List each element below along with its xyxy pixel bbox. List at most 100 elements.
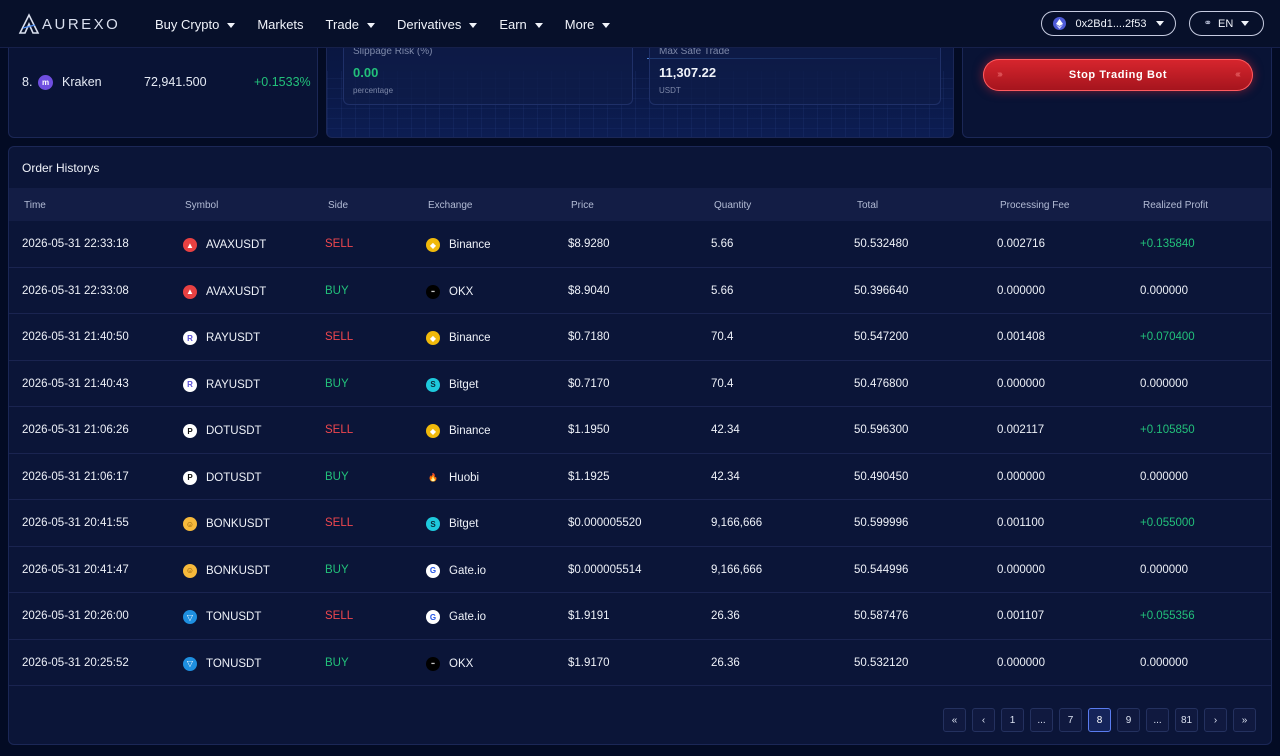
prev-page-button[interactable]: ‹	[972, 708, 995, 732]
nav-item-trade[interactable]: Trade	[325, 16, 376, 32]
binance-exchange-icon: ◆	[426, 424, 440, 438]
cell-processing-fee: 0.000000	[997, 471, 1045, 483]
last-page-button[interactable]: »	[1233, 708, 1256, 732]
cell-quantity: 70.4	[711, 331, 733, 343]
fee-text: 0.000000	[997, 656, 1045, 669]
fee-text: 0.001100	[997, 517, 1045, 529]
avax-coin-icon: ▲	[183, 284, 197, 299]
profit-text: 0.000000	[1140, 563, 1188, 576]
ray-coin-icon: R	[183, 377, 197, 392]
time-text: 2026-05-31 22:33:08	[22, 284, 129, 297]
nav-item-buy-crypto[interactable]: Buy Crypto	[155, 17, 236, 32]
total-text: 50.476800	[854, 377, 909, 390]
chevron-down-icon	[367, 22, 376, 28]
page-button-9[interactable]: 9	[1117, 708, 1140, 732]
cell-quantity: 42.34	[711, 424, 740, 436]
cell-side: SELL	[325, 517, 353, 529]
table-row[interactable]: 2026-05-31 21:40:43 R RAYUSDT BUY S Bitget $0.…	[9, 361, 1271, 407]
cell-side: BUY	[325, 378, 349, 390]
chevron-down-icon	[227, 22, 236, 28]
quantity-text: 70.4	[711, 331, 734, 343]
cell-quantity: 26.36	[711, 610, 740, 622]
chevron-down-icon	[1241, 21, 1250, 26]
profit-text: +0.055356	[1140, 610, 1195, 622]
cell-price: $1.1925	[568, 471, 610, 483]
page-button-8[interactable]: 8	[1088, 708, 1111, 732]
nav-item-derivatives[interactable]: Derivatives	[397, 17, 478, 32]
cell-processing-fee: 0.002716	[997, 238, 1045, 250]
side-text: BUY	[325, 470, 349, 483]
quantity-text: 9,166,666	[711, 563, 763, 576]
main-nav: Buy Crypto Markets Trade Derivatives Earn Mor…	[155, 0, 632, 48]
cell-exchange: S Bitget	[426, 377, 478, 392]
cell-processing-fee: 0.000000	[997, 285, 1045, 297]
cell-total: 50.596300	[854, 424, 908, 436]
exchange-text: Gate.io	[449, 564, 487, 577]
pagination: «‹ 1... 7 8 9... 81 ›»	[943, 708, 1262, 732]
table-row[interactable]: 2026-05-31 22:33:08 ▲ AVAXUSDT BUY ▪▪ OKX $8.9…	[9, 268, 1271, 314]
nav-item-more[interactable]: More	[565, 17, 611, 32]
language-button[interactable]: ⚭ EN	[1189, 11, 1264, 36]
table-row[interactable]: 2026-05-31 20:26:00 ▽ TONUSDT SELL G Gate.io $…	[9, 593, 1271, 640]
cell-total: 50.547200	[854, 331, 908, 343]
cell-quantity: 5.66	[711, 238, 733, 250]
slippage-risk-unit: percentage	[353, 86, 394, 95]
time-text: 2026-05-31 21:06:17	[22, 470, 129, 483]
cell-price: $1.1950	[568, 424, 610, 436]
max-safe-trade-card: Max Safe Trade 11,307.22 USDT	[649, 41, 941, 105]
page-button-7[interactable]: 7	[1059, 708, 1082, 732]
table-row[interactable]: 2026-05-31 21:40:50 R RAYUSDT SELL ◆ Binance $…	[9, 314, 1271, 361]
cell-realized-profit: +0.070400	[1140, 331, 1195, 343]
page-button-81[interactable]: 81	[1175, 708, 1198, 732]
cell-exchange: G Gate.io	[426, 610, 486, 624]
table-row[interactable]: 2026-05-31 21:06:26 P DOTUSDT SELL ◆ Binance $…	[9, 407, 1271, 454]
page-button-1[interactable]: 1	[1001, 708, 1024, 732]
quantity-text: 9,166,666	[711, 517, 763, 529]
table-row[interactable]: 2026-05-31 21:06:17 P DOTUSDT BUY 🔥 Huobi $1.1…	[9, 454, 1271, 500]
symbol-text: BONKUSDT	[206, 564, 270, 577]
price-text: $0.000005514	[568, 563, 642, 576]
exchange-name: Kraken	[62, 75, 102, 89]
wallet-button[interactable]: 0x2Bd1....2f53	[1041, 11, 1176, 36]
gate-exchange-icon: G	[426, 563, 440, 578]
fee-text: 0.000000	[997, 563, 1045, 576]
next-page-button[interactable]: ›	[1204, 708, 1227, 732]
dot-coin-icon: P	[183, 424, 197, 438]
profit-text: +0.135840	[1140, 238, 1195, 250]
nav-item-earn[interactable]: Earn	[499, 17, 543, 32]
table-row[interactable]: 2026-05-31 20:41:55 ☺ BONKUSDT SELL S Bitget $…	[9, 500, 1271, 547]
gate-exchange-icon: G	[426, 610, 440, 624]
cell-side: BUY	[325, 285, 349, 297]
fee-text: 0.002117	[997, 424, 1045, 436]
slippage-risk-card: Slippage Risk (%) 0.00 percentage	[343, 41, 633, 105]
total-text: 50.599996	[854, 517, 909, 529]
brand-logo[interactable]: AUREXO	[18, 13, 120, 35]
nav-item-markets[interactable]: Markets	[257, 17, 303, 32]
cell-symbol: ▽ TONUSDT	[183, 610, 261, 624]
fee-text: 0.001408	[997, 331, 1045, 343]
chevron-down-icon	[534, 22, 543, 28]
first-page-button[interactable]: «	[943, 708, 966, 732]
price-text: $1.9170	[568, 656, 610, 669]
cell-time: 2026-05-31 21:40:50	[22, 331, 129, 343]
total-text: 50.544996	[854, 563, 909, 576]
exchange-text: Huobi	[449, 471, 480, 484]
chevron-down-icon	[469, 22, 478, 28]
time-text: 2026-05-31 20:25:52	[22, 656, 129, 669]
exchange-ranking-row[interactable]: 8. m Kraken 72,941.500 +0.1533%	[22, 73, 312, 91]
quantity-text: 42.34	[711, 424, 740, 436]
table-row[interactable]: 2026-05-31 22:33:18 ▲ AVAXUSDT SELL ◆ Binance…	[9, 221, 1271, 268]
cell-side: BUY	[325, 564, 349, 576]
price-text: $8.9040	[568, 284, 610, 297]
nav-item-label: Trade	[325, 16, 360, 32]
binance-exchange-icon: ◆	[426, 331, 440, 345]
price-text: $1.1925	[568, 470, 610, 483]
total-text: 50.587476	[854, 610, 909, 622]
cell-realized-profit: 0.000000	[1140, 285, 1188, 297]
quantity-text: 70.4	[711, 377, 734, 390]
stop-trading-bot-button[interactable]: ››› Stop Trading Bot ‹‹‹	[983, 59, 1253, 91]
table-row[interactable]: 2026-05-31 20:41:47 ☺ BONKUSDT BUY G Gate.io $…	[9, 547, 1271, 593]
table-row[interactable]: 2026-05-31 20:25:52 ▽ TONUSDT BUY ▪▪ OKX $1.91…	[9, 640, 1271, 686]
symbol-text: TONUSDT	[206, 657, 262, 670]
ton-coin-icon: ▽	[183, 610, 197, 624]
